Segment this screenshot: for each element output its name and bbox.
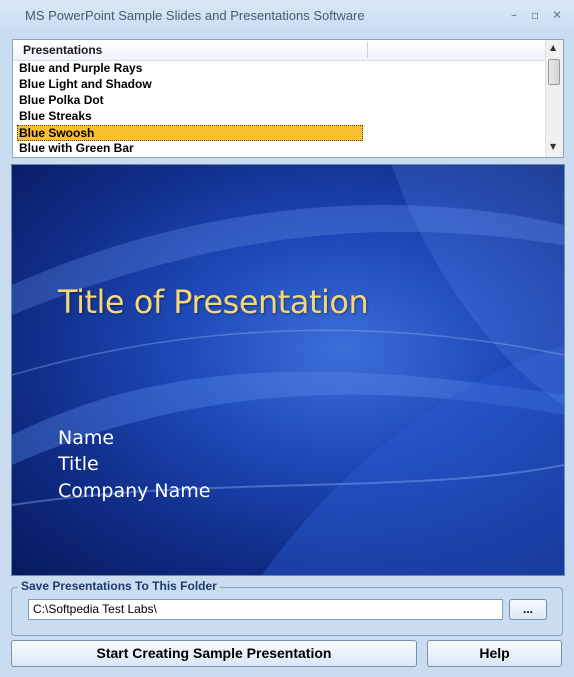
swoosh-decoration xyxy=(12,165,564,575)
list-scrollbar[interactable]: ▲ ▼ xyxy=(545,40,563,157)
list-item[interactable]: Blue with Green Bar xyxy=(17,141,365,157)
minimize-button[interactable]: – xyxy=(505,6,523,24)
scroll-down-icon[interactable]: ▼ xyxy=(550,142,556,151)
folder-path-input[interactable]: C:\Softpedia Test Labs\ xyxy=(28,599,503,620)
start-creating-button[interactable]: Start Creating Sample Presentation xyxy=(11,640,417,667)
title-bar: MS PowerPoint Sample Slides and Presenta… xyxy=(0,0,574,33)
list-item-selected[interactable]: Blue Swoosh xyxy=(17,125,363,141)
save-folder-label: Save Presentations To This Folder xyxy=(18,579,220,593)
column-header-presentations[interactable]: Presentations xyxy=(23,43,102,57)
list-header[interactable]: Presentations xyxy=(13,40,545,61)
slide-name-line: Name xyxy=(58,427,115,449)
slide-title: Title of Presentation xyxy=(58,283,369,321)
list-rows: Blue and Purple Rays Blue Light and Shad… xyxy=(17,61,545,157)
close-button[interactable]: ✕ xyxy=(548,6,566,24)
presentations-list[interactable]: Presentations Blue and Purple Rays Blue … xyxy=(12,39,564,158)
maximize-button[interactable]: ▫ xyxy=(526,6,544,24)
scroll-up-icon[interactable]: ▲ xyxy=(550,43,556,52)
slide-title-line: Title xyxy=(58,453,99,475)
list-item[interactable]: Blue Polka Dot xyxy=(17,93,365,109)
column-divider[interactable] xyxy=(367,42,368,58)
list-item[interactable]: Blue Streaks xyxy=(17,109,365,125)
window-title: MS PowerPoint Sample Slides and Presenta… xyxy=(25,8,365,23)
scroll-thumb[interactable] xyxy=(548,59,560,85)
help-button[interactable]: Help xyxy=(427,640,562,667)
save-folder-group: Save Presentations To This Folder C:\Sof… xyxy=(11,579,563,636)
list-item[interactable]: Blue and Purple Rays xyxy=(17,61,365,77)
slide-company-line: Company Name xyxy=(58,480,211,502)
browse-button[interactable]: ... xyxy=(509,599,547,620)
slide-preview: Title of Presentation Name Title Company… xyxy=(11,164,565,576)
app-window: MS PowerPoint Sample Slides and Presenta… xyxy=(0,0,574,677)
list-item[interactable]: Blue Light and Shadow xyxy=(17,77,365,93)
